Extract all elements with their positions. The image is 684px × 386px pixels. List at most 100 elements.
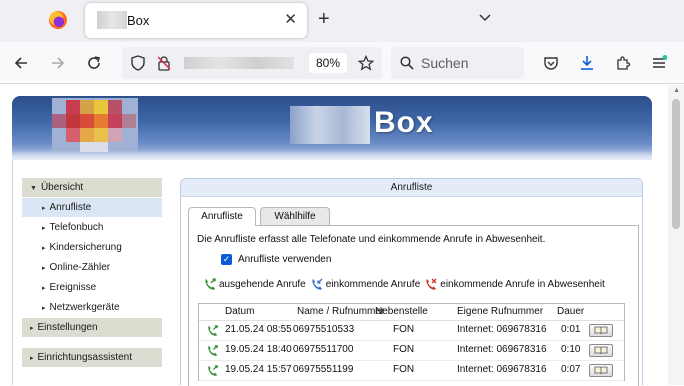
description-text: Die Anrufliste erfasst alle Telefonate u… bbox=[197, 234, 546, 245]
call-date: 21.05.24 08:55 bbox=[225, 324, 292, 335]
sidebar-item-label: Netzwerkgeräte bbox=[49, 302, 120, 313]
chevron-down-icon[interactable] bbox=[478, 10, 492, 24]
close-icon[interactable]: ✕ bbox=[284, 11, 297, 29]
sidebar-item-telefonbuch[interactable]: ▸ Telefonbuch bbox=[22, 218, 162, 238]
col-number: Name / Rufnummer bbox=[297, 306, 385, 317]
call-number[interactable]: 06975551199 bbox=[293, 364, 373, 375]
call-duration: 0:10 bbox=[561, 344, 581, 355]
puzzle-icon bbox=[617, 56, 631, 70]
reload-icon bbox=[88, 56, 100, 69]
sidebar-item-ereignisse[interactable]: ▸ Ereignisse bbox=[22, 278, 162, 298]
panel-title: Anrufliste bbox=[181, 179, 642, 197]
outgoing-call-icon bbox=[205, 278, 216, 290]
table-header: Datum Name / Rufnummer Nebenstelle Eigen… bbox=[199, 304, 624, 321]
sidebar-item-kindersicherung[interactable]: ▸ Kindersicherung bbox=[22, 238, 162, 258]
extensions-button[interactable] bbox=[612, 52, 634, 74]
book-icon bbox=[594, 346, 608, 355]
call-number[interactable]: 06975510533 bbox=[293, 324, 373, 335]
page-scrollbar[interactable]: ▲ bbox=[668, 85, 684, 385]
sidebar-item-anrufliste[interactable]: ▸ Anrufliste bbox=[22, 198, 162, 218]
zoom-level-button[interactable]: 80% bbox=[309, 53, 347, 73]
add-to-phonebook-button[interactable] bbox=[589, 364, 613, 377]
triangle-right-icon: ▸ bbox=[42, 205, 46, 212]
sidebar-item-online-zaehler[interactable]: ▸ Online-Zähler bbox=[22, 258, 162, 278]
sidebar-item-label: Online-Zähler bbox=[49, 262, 111, 273]
tab-waehlhilfe[interactable]: Wählhilfe bbox=[260, 207, 330, 225]
download-icon bbox=[581, 56, 593, 70]
call-own-number: Internet: 069678316 bbox=[457, 364, 547, 375]
call-own-number: Internet: 069678316 bbox=[457, 324, 547, 335]
forward-button[interactable] bbox=[47, 52, 69, 74]
col-own-number: Eigene Rufnummer bbox=[457, 306, 544, 317]
url-bar[interactable]: 80% bbox=[122, 47, 382, 79]
call-extension: FON bbox=[393, 344, 415, 355]
sidebar-item-label: Telefonbuch bbox=[49, 222, 104, 233]
web-page: Box ▼ Übersicht ▸ Anrufliste ▸ Telefonbuch … bbox=[0, 85, 684, 386]
bookmark-star-icon[interactable] bbox=[358, 55, 374, 71]
pocket-icon bbox=[544, 57, 558, 70]
menu-button[interactable] bbox=[648, 52, 670, 74]
book-icon bbox=[594, 326, 608, 335]
call-date: 19.05.24 15:57 bbox=[225, 364, 292, 375]
sidebar-item-label: Übersicht bbox=[40, 182, 84, 193]
reload-button[interactable] bbox=[83, 52, 105, 74]
outgoing-call-icon bbox=[208, 325, 218, 336]
triangle-down-icon: ▼ bbox=[30, 185, 37, 192]
tab-strip: Box ✕ + bbox=[0, 0, 684, 42]
sidebar-item-einstellungen[interactable]: ▸ Einstellungen bbox=[22, 318, 162, 338]
sidebar-item-label: Einstellungen bbox=[37, 322, 98, 333]
scroll-up-icon[interactable]: ▲ bbox=[673, 87, 680, 94]
redacted-tab-title bbox=[97, 11, 127, 29]
table-row: 19.05.24 18:40 06975511700 FON Internet:… bbox=[199, 341, 624, 361]
back-arrow-icon bbox=[14, 57, 27, 69]
call-duration: 0:01 bbox=[561, 324, 581, 335]
call-number[interactable]: 06975511700 bbox=[293, 344, 373, 355]
tab-anrufliste[interactable]: Anrufliste bbox=[188, 207, 256, 226]
outgoing-call-icon bbox=[208, 365, 218, 376]
col-extension: Nebenstelle bbox=[375, 306, 428, 317]
legend-incoming: einkommende Anrufe bbox=[325, 278, 421, 290]
sidebar-item-netzwerkgeraete[interactable]: ▸ Netzwerkgeräte bbox=[22, 298, 162, 318]
col-date: Datum bbox=[225, 306, 255, 317]
sidebar-item-label: Kindersicherung bbox=[49, 242, 122, 253]
search-box[interactable]: Suchen bbox=[391, 47, 524, 79]
scrollbar-thumb[interactable] bbox=[672, 99, 680, 229]
tab-title: Box bbox=[127, 13, 150, 28]
add-to-phonebook-button[interactable] bbox=[589, 344, 613, 357]
page-header: Box bbox=[12, 96, 652, 160]
triangle-right-icon: ▸ bbox=[42, 245, 46, 252]
sidebar-item-label: Einrichtungsassistent bbox=[37, 352, 133, 363]
legend-missed: einkommende Anrufe in Abwesenheit bbox=[440, 278, 605, 290]
sidebar-item-label: Anrufliste bbox=[49, 202, 92, 213]
pocket-button[interactable] bbox=[540, 52, 562, 74]
col-duration: Dauer bbox=[557, 306, 585, 317]
shield-icon[interactable] bbox=[130, 55, 146, 71]
redacted-brand bbox=[290, 106, 370, 144]
add-to-phonebook-button[interactable] bbox=[589, 324, 613, 337]
active-tab[interactable]: Box ✕ bbox=[85, 3, 307, 38]
use-call-list-checkbox[interactable]: ✓ bbox=[221, 254, 232, 265]
call-own-number: Internet: 069678316 bbox=[457, 344, 547, 355]
book-icon bbox=[594, 366, 608, 375]
triangle-right-icon: ▸ bbox=[42, 285, 46, 292]
call-date: 19.05.24 18:40 bbox=[225, 344, 292, 355]
call-type-legend: ausgehende Anrufe einkommende Anrufe ein… bbox=[203, 277, 609, 291]
triangle-right-icon: ▸ bbox=[42, 305, 46, 312]
tab-content: Die Anrufliste erfasst alle Telefonate u… bbox=[188, 225, 639, 386]
sidebar-item-einrichtungsassistent[interactable]: ▸ Einrichtungsassistent bbox=[22, 348, 162, 368]
missed-call-icon bbox=[426, 278, 437, 290]
sidebar-item-uebersicht[interactable]: ▼ Übersicht bbox=[22, 178, 162, 198]
triangle-right-icon: ▸ bbox=[42, 225, 46, 232]
insecure-lock-icon[interactable] bbox=[156, 55, 172, 71]
triangle-right-icon: ▸ bbox=[30, 355, 34, 362]
table-row: 19.05.24 15:57 06975551199 FON Internet:… bbox=[199, 361, 624, 381]
new-tab-icon[interactable]: + bbox=[318, 8, 330, 30]
incoming-call-icon bbox=[312, 278, 323, 290]
back-button[interactable] bbox=[10, 52, 32, 74]
downloads-button[interactable] bbox=[576, 52, 598, 74]
use-call-list-option[interactable]: ✓ Anrufliste verwenden bbox=[221, 254, 331, 265]
forward-arrow-icon bbox=[52, 57, 65, 69]
table-row: 21.05.24 08:55 06975510533 FON Internet:… bbox=[199, 321, 624, 341]
firefox-icon[interactable] bbox=[49, 11, 67, 29]
